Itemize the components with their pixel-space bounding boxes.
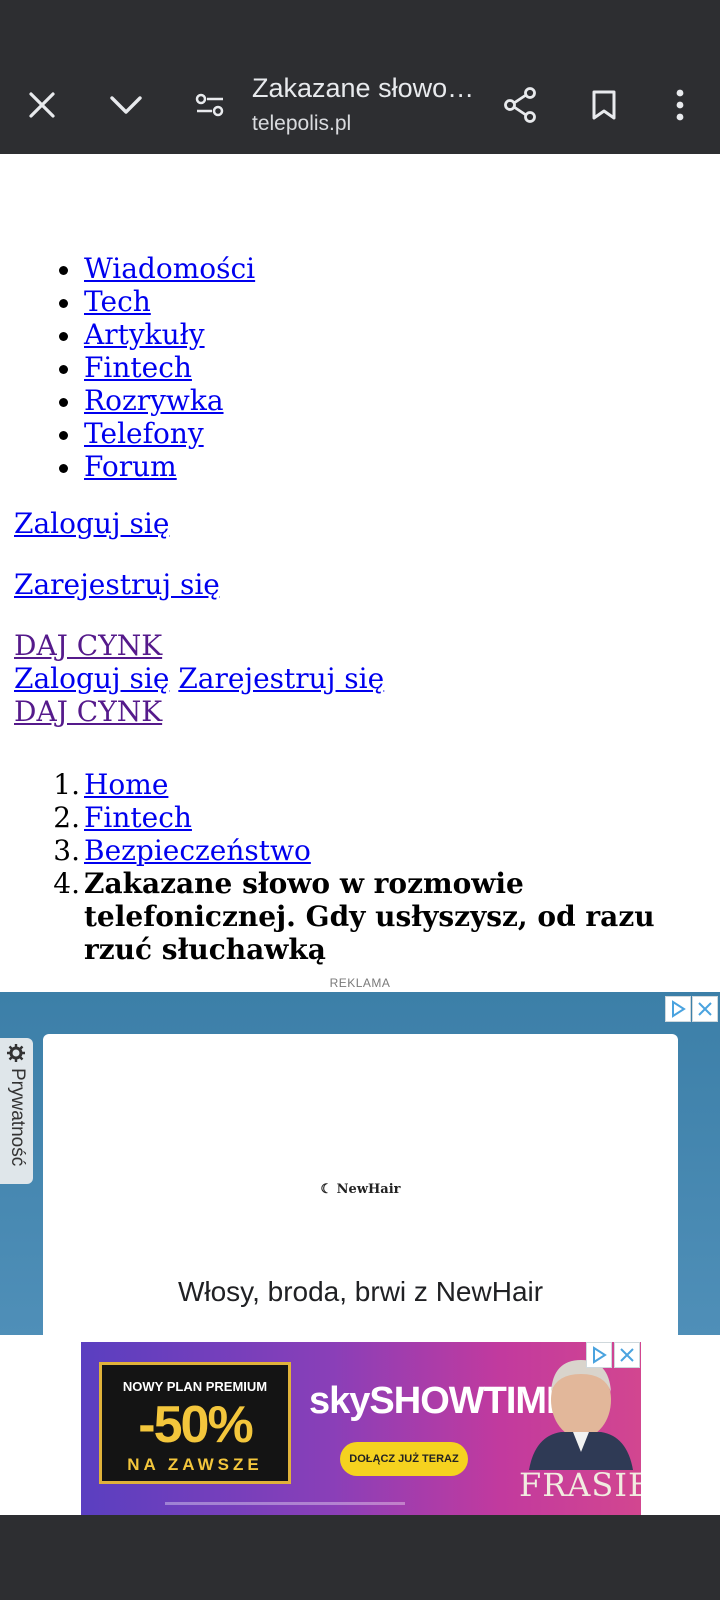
nav-item: Wiadomości xyxy=(58,252,255,285)
register-row: Zarejestruj się xyxy=(14,568,220,601)
breadcrumb-link-bezpieczenstwo[interactable]: Bezpieczeństwo xyxy=(84,834,311,867)
ad-headline: Włosy, broda, brwi z NewHair xyxy=(177,1276,544,1307)
banner-adchoices-button[interactable] xyxy=(586,1342,612,1368)
nav-link-wiadomosci[interactable]: Wiadomości xyxy=(84,252,255,285)
fine-print xyxy=(165,1502,405,1505)
close-icon xyxy=(620,1348,634,1362)
ad-logo: ☾ NewHair xyxy=(320,1182,401,1197)
breadcrumb-number: 1. xyxy=(53,768,80,801)
bookmark-icon xyxy=(592,90,616,120)
tip-row-secondary: DAJ CYNK xyxy=(14,695,162,728)
nav-link-artykuly[interactable]: Artykuły xyxy=(84,318,205,351)
breadcrumb-number: 2. xyxy=(53,801,80,834)
auth-row: Zaloguj się Zarejestruj się xyxy=(14,662,384,695)
promo-discount: -50% xyxy=(138,1396,253,1454)
chevron-down-icon xyxy=(110,96,142,114)
login-row: Zaloguj się xyxy=(14,507,169,540)
nav-link-forum[interactable]: Forum xyxy=(84,450,177,483)
register-link[interactable]: Zarejestruj się xyxy=(14,568,220,601)
nav-item: Forum xyxy=(58,450,255,483)
ad-label: REKLAMA xyxy=(329,976,391,990)
sticky-banner-ad[interactable]: NOWY PLAN PREMIUM -50% NA ZAWSZE skySHOW… xyxy=(81,1342,641,1516)
privacy-tab[interactable]: Prywatność xyxy=(0,1038,33,1184)
banner-close-button[interactable] xyxy=(614,1342,640,1368)
page-url: telepolis.pl xyxy=(252,112,352,135)
adchoices-icon xyxy=(593,1346,607,1364)
nav-link-tech[interactable]: Tech xyxy=(84,285,151,318)
ad-close-button[interactable] xyxy=(692,996,718,1022)
nav-item: Tech xyxy=(58,285,255,318)
breadcrumb-current: 4. Zakazane słowo w rozmowie telefoniczne… xyxy=(53,867,704,966)
breadcrumb-number: 4. xyxy=(53,867,80,900)
show-title: FRASIER xyxy=(519,1466,641,1504)
page-info-button[interactable] xyxy=(182,77,238,133)
gear-icon xyxy=(7,1044,25,1062)
share-button[interactable] xyxy=(492,77,548,133)
tip-row: DAJ CYNK xyxy=(14,629,162,662)
sticky-ad-area: NOWY PLAN PREMIUM -50% NA ZAWSZE skySHOW… xyxy=(0,1335,720,1516)
custom-tab-toolbar: Zakazane słowo w rozmowie telefonicznej.… xyxy=(0,55,720,154)
promo-bottom-text: NA ZAWSZE xyxy=(127,1455,263,1474)
nav-item: Artykuły xyxy=(58,318,255,351)
nav-link-rozrywka[interactable]: Rozrywka xyxy=(84,384,224,417)
promo-top-text: NOWY PLAN PREMIUM xyxy=(122,1379,268,1394)
nav-link-fintech[interactable]: Fintech xyxy=(84,351,192,384)
share-icon xyxy=(504,87,536,123)
nav-item: Fintech xyxy=(58,351,255,384)
ad-logo-text: NewHair xyxy=(336,1182,401,1197)
breadcrumb: 1. Home 2. Fintech 3. Bezpieczeństwo 4. Zaka… xyxy=(53,768,704,966)
minimize-tab-button[interactable] xyxy=(98,77,154,133)
system-nav-bar xyxy=(0,1515,720,1600)
actor-photo xyxy=(529,1360,633,1470)
breadcrumb-link-fintech[interactable]: Fintech xyxy=(84,801,192,834)
page-title: Zakazane słowo w rozmowie telefonicznej.… xyxy=(252,73,480,103)
tip-link[interactable]: DAJ CYNK xyxy=(14,629,162,662)
close-icon xyxy=(698,1002,712,1016)
breadcrumb-item: 1. Home xyxy=(53,768,704,801)
status-bar xyxy=(0,0,720,55)
tip-link-secondary[interactable]: DAJ CYNK xyxy=(14,695,162,728)
adchoices-icon xyxy=(672,1000,686,1018)
privacy-label: Prywatność xyxy=(7,1068,28,1167)
bookmark-button[interactable] xyxy=(576,77,632,133)
breadcrumb-item: 2. Fintech xyxy=(53,801,704,834)
tune-icon xyxy=(195,93,224,117)
web-content: Wiadomości Tech Artykuły Fintech Rozrywk… xyxy=(0,154,720,1335)
nav-item: Rozrywka xyxy=(58,384,255,417)
close-tab-button[interactable] xyxy=(14,77,70,133)
register-link-secondary[interactable]: Zarejestruj się xyxy=(178,662,384,695)
join-button[interactable]: DOŁĄCZ JUŻ TERAZ xyxy=(340,1442,468,1476)
nav-item: Telefony xyxy=(58,417,255,450)
more-options-button[interactable] xyxy=(652,77,708,133)
ad-container[interactable]: Prywatność ☾ NewHair Włosy, broda, brwi … xyxy=(0,992,720,1335)
ad-card[interactable]: ☾ NewHair Włosy, broda, brwi z NewHair xyxy=(43,1034,678,1335)
more-vert-icon xyxy=(676,89,684,121)
breadcrumb-current-label: Zakazane słowo w rozmowie telefonicznej.… xyxy=(84,867,655,966)
adchoices-button[interactable] xyxy=(665,996,691,1022)
promo-box: NOWY PLAN PREMIUM -50% NA ZAWSZE xyxy=(99,1362,291,1484)
close-icon xyxy=(29,92,55,118)
breadcrumb-number: 3. xyxy=(53,834,80,867)
nav-link-telefony[interactable]: Telefony xyxy=(84,417,204,450)
login-link[interactable]: Zaloguj się xyxy=(14,507,169,540)
breadcrumb-link-home[interactable]: Home xyxy=(84,768,168,801)
breadcrumb-item: 3. Bezpieczeństwo xyxy=(53,834,704,867)
site-nav: Wiadomości Tech Artykuły Fintech Rozrywk… xyxy=(58,252,255,483)
login-link-secondary[interactable]: Zaloguj się xyxy=(14,662,169,695)
